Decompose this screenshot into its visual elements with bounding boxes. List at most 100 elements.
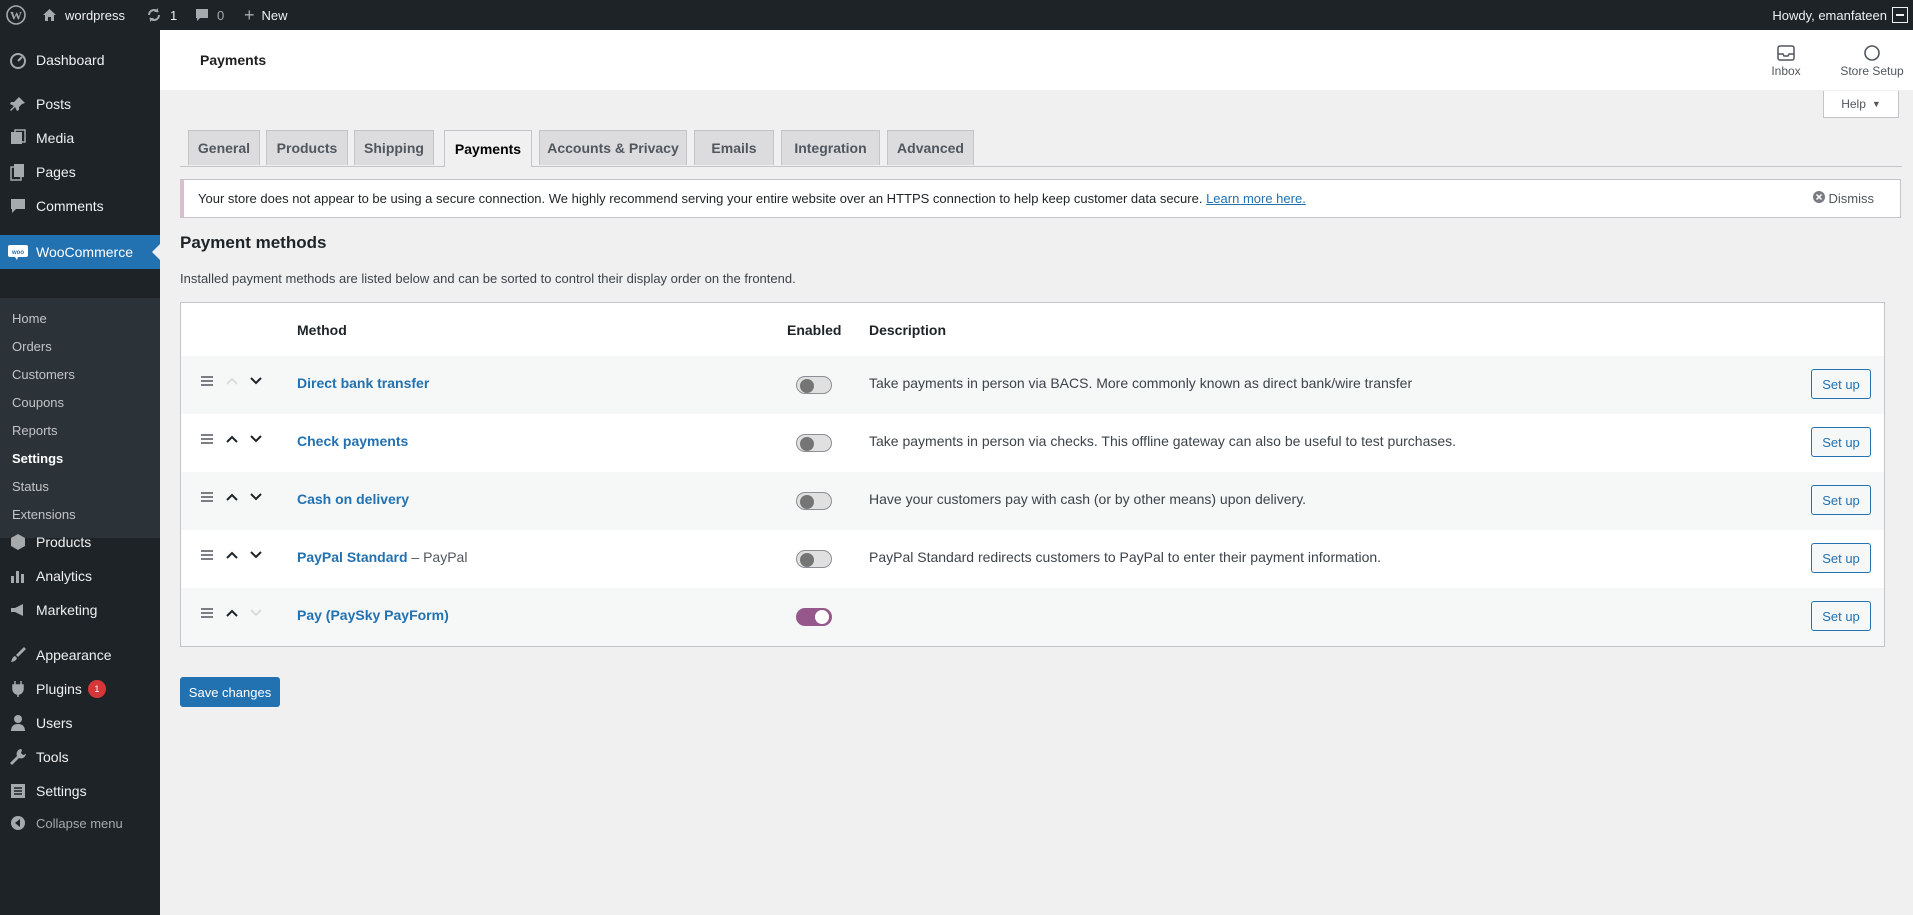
set-up-button[interactable]: Set up xyxy=(1811,369,1871,399)
move-down-icon[interactable] xyxy=(249,434,263,444)
move-up-icon[interactable] xyxy=(225,550,239,560)
set-up-button[interactable]: Set up xyxy=(1811,543,1871,573)
tab-general[interactable]: General xyxy=(188,130,260,165)
collapse-icon xyxy=(0,815,36,831)
enabled-toggle[interactable] xyxy=(796,550,832,568)
set-up-button[interactable]: Set up xyxy=(1811,427,1871,457)
method-name-link[interactable]: Direct bank transfer xyxy=(297,375,429,391)
drag-handle-icon[interactable] xyxy=(201,492,213,502)
progress-ring-icon xyxy=(1832,42,1912,64)
tab-advanced[interactable]: Advanced xyxy=(887,130,974,165)
store-setup-button[interactable]: Store Setup xyxy=(1832,42,1912,78)
media-icon xyxy=(0,129,36,147)
collapse-menu-button[interactable]: Collapse menu xyxy=(0,806,160,840)
page-title: Payments xyxy=(200,52,267,68)
woocommerce-submenu: Home Orders Customers Coupons Reports Se… xyxy=(0,298,160,538)
woocommerce-header: Payments Inbox Store Setup xyxy=(160,30,1913,90)
caret-down-icon: ▼ xyxy=(1871,99,1881,109)
submenu-extensions[interactable]: Extensions xyxy=(12,504,76,526)
method-name-link[interactable]: Pay (PaySky PayForm) xyxy=(297,607,449,623)
woo-icon: woo xyxy=(0,244,36,260)
submenu-customers[interactable]: Customers xyxy=(12,364,75,386)
method-name-link[interactable]: Check payments xyxy=(297,433,408,449)
sidebar-item-users[interactable]: Users xyxy=(0,706,160,740)
sidebar-item-pages[interactable]: Pages xyxy=(0,155,160,189)
dismiss-button[interactable]: Dismiss xyxy=(1812,191,1875,206)
submenu-settings[interactable]: Settings xyxy=(12,448,63,470)
new-content-link[interactable]: + New xyxy=(244,0,288,30)
sidebar-item-comments[interactable]: Comments xyxy=(0,189,160,223)
admin-sidebar: Dashboard Posts Media Pages Comments woo… xyxy=(0,30,160,915)
plus-icon: + xyxy=(244,5,255,25)
sidebar-item-products[interactable]: Products xyxy=(0,525,160,559)
enabled-toggle[interactable] xyxy=(796,608,832,626)
avatar[interactable] xyxy=(1892,7,1908,23)
method-name-link[interactable]: Cash on delivery xyxy=(297,491,409,507)
home-icon xyxy=(42,8,57,22)
submenu-reports[interactable]: Reports xyxy=(12,420,58,442)
settings-icon xyxy=(0,782,36,800)
inbox-button[interactable]: Inbox xyxy=(1746,42,1826,78)
pin-icon xyxy=(0,95,36,113)
megaphone-icon xyxy=(0,601,36,619)
sidebar-item-marketing[interactable]: Marketing xyxy=(0,593,160,627)
enabled-toggle[interactable] xyxy=(796,434,832,452)
tab-accounts-privacy[interactable]: Accounts & Privacy xyxy=(539,130,687,165)
method-name-link[interactable]: PayPal Standard – PayPal xyxy=(297,549,467,565)
box-icon xyxy=(0,533,36,551)
sidebar-item-dashboard[interactable]: Dashboard xyxy=(0,43,160,77)
table-row: Direct bank transfer Take payments in pe… xyxy=(181,356,1884,414)
sidebar-item-appearance[interactable]: Appearance xyxy=(0,638,160,672)
sidebar-item-tools[interactable]: Tools xyxy=(0,740,160,774)
sidebar-item-settings[interactable]: Settings xyxy=(0,774,160,808)
tab-payments[interactable]: Payments xyxy=(444,130,532,167)
settings-tabs: General Products Shipping Payments Accou… xyxy=(180,130,1902,167)
dismiss-label: Dismiss xyxy=(1828,191,1875,206)
move-down-icon[interactable] xyxy=(249,492,263,502)
plugins-update-badge: 1 xyxy=(87,680,106,698)
submenu-coupons[interactable]: Coupons xyxy=(12,392,64,414)
comments-count: 0 xyxy=(217,7,225,23)
move-up-icon[interactable] xyxy=(225,434,239,444)
tab-emails[interactable]: Emails xyxy=(694,130,774,165)
sidebar-item-plugins[interactable]: Plugins 1 xyxy=(0,672,160,706)
site-name-link[interactable]: wordpress xyxy=(42,0,125,30)
move-up-icon[interactable] xyxy=(225,608,239,618)
store-setup-label: Store Setup xyxy=(1840,64,1904,78)
section-description: Installed payment methods are listed bel… xyxy=(180,271,796,286)
drag-handle-icon[interactable] xyxy=(201,434,213,444)
updates-link[interactable]: 1 xyxy=(146,0,177,30)
tab-integration[interactable]: Integration xyxy=(781,130,880,165)
table-row: PayPal Standard – PayPal PayPal Standard… xyxy=(181,530,1884,588)
sidebar-item-woocommerce[interactable]: woo WooCommerce xyxy=(0,235,160,269)
sidebar-item-analytics[interactable]: Analytics xyxy=(0,559,160,593)
tab-shipping[interactable]: Shipping xyxy=(354,130,434,165)
drag-handle-icon[interactable] xyxy=(201,376,213,386)
drag-handle-icon[interactable] xyxy=(201,550,213,560)
save-changes-button[interactable]: Save changes xyxy=(180,677,280,707)
move-up-icon[interactable] xyxy=(225,492,239,502)
my-account-link[interactable]: Howdy, emanfateen xyxy=(1772,0,1887,30)
move-down-icon[interactable] xyxy=(249,376,263,386)
move-down-icon xyxy=(249,608,263,618)
enabled-toggle[interactable] xyxy=(796,376,832,394)
move-down-icon[interactable] xyxy=(249,550,263,560)
tab-products[interactable]: Products xyxy=(266,130,348,165)
set-up-button[interactable]: Set up xyxy=(1811,485,1871,515)
sidebar-item-posts[interactable]: Posts xyxy=(0,87,160,121)
sidebar-item-media[interactable]: Media xyxy=(0,121,160,155)
table-row: Pay (PaySky PayForm) Set up xyxy=(181,588,1884,646)
notice-text: Your store does not appear to be using a… xyxy=(198,191,1203,206)
drag-handle-icon[interactable] xyxy=(201,608,213,618)
submenu-orders[interactable]: Orders xyxy=(12,336,52,358)
comments-link[interactable]: 0 xyxy=(195,0,224,30)
learn-more-link[interactable]: Learn more here. xyxy=(1206,191,1306,206)
enabled-toggle[interactable] xyxy=(796,492,832,510)
submenu-status[interactable]: Status xyxy=(12,476,49,498)
set-up-button[interactable]: Set up xyxy=(1811,601,1871,631)
help-button[interactable]: Help ▼ xyxy=(1823,91,1899,118)
admin-bar: W wordpress 1 0 + New Howdy, emanfateen xyxy=(0,0,1913,30)
method-description: Take payments in person via checks. This… xyxy=(869,433,1457,449)
wordpress-logo-icon[interactable]: W xyxy=(6,0,26,30)
submenu-home[interactable]: Home xyxy=(12,308,47,330)
